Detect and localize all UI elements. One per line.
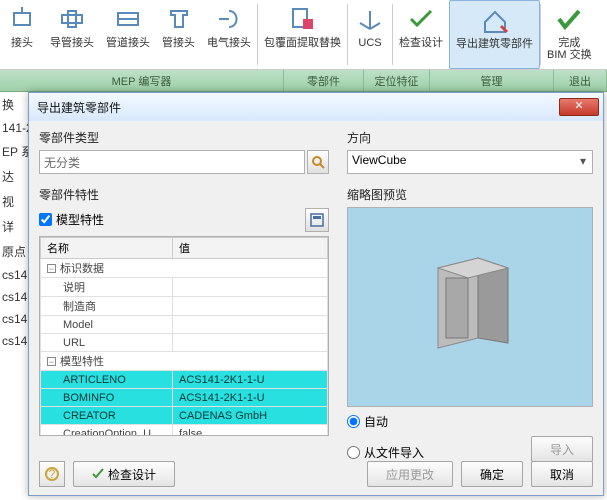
table-row[interactable]: CREATORCADENAS GmbH (41, 407, 328, 425)
close-button[interactable]: ✕ (559, 98, 599, 116)
help-button[interactable]: ? (39, 461, 65, 487)
import-button: 导入 (531, 436, 593, 462)
properties-table[interactable]: 名称 值 −标识数据说明制造商ModelURL−模型特性ARTICLENOACS… (39, 236, 329, 436)
col-value[interactable]: 值 (173, 238, 328, 259)
ribbon-label-5: 包覆面提取替换 (264, 37, 341, 49)
direction-label: 方向 (347, 129, 593, 146)
col-name[interactable]: 名称 (41, 238, 173, 259)
radio-auto[interactable]: 自动 (347, 413, 593, 430)
ribbon-btn-3[interactable]: 管接头 (156, 0, 201, 69)
table-row[interactable]: BOMINFOACS141-2K1-1-U (41, 389, 328, 407)
svg-text:?: ? (49, 467, 56, 481)
direction-select[interactable]: ViewCube (347, 150, 593, 174)
dialog-title: 导出建筑零部件 (37, 99, 559, 116)
table-row[interactable]: URL (41, 334, 328, 352)
radio-from-file[interactable]: 从文件导入 (347, 444, 527, 461)
cancel-button[interactable]: 取消 (531, 461, 593, 487)
ribbon-btn-4[interactable]: 电气接头 (201, 0, 257, 69)
ribbon-btn-1[interactable]: 导管接头 (44, 0, 100, 69)
dialog-titlebar[interactable]: 导出建筑零部件 ✕ (29, 93, 603, 121)
part-type-label: 零部件类型 (39, 129, 329, 146)
ribbon-label-8: 导出建筑零部件 (456, 38, 533, 50)
check-design-button[interactable]: 检查设计 (73, 461, 175, 487)
ribbon-group-4: 管理 (430, 70, 554, 91)
ribbon-group-1: MEP 编写器 (0, 70, 284, 91)
ribbon-btn-9[interactable]: 完成 BIM 交换 (541, 0, 598, 69)
apply-button: 应用更改 (367, 461, 453, 487)
ribbon-btn-7[interactable]: 检查设计 (393, 0, 449, 69)
ribbon-label-2: 管道接头 (106, 37, 150, 49)
ok-button[interactable]: 确定 (461, 461, 523, 487)
property-group[interactable]: −模型特性 (41, 352, 328, 371)
ribbon-label-1: 导管接头 (50, 37, 94, 49)
ribbon-group-5: 退出 (554, 70, 607, 91)
thumbnail-preview (347, 207, 593, 407)
search-icon[interactable] (307, 150, 329, 174)
ribbon-label-7: 检查设计 (399, 37, 443, 49)
ribbon-btn-8[interactable]: 导出建筑零部件 (449, 0, 540, 69)
table-row[interactable]: 制造商 (41, 297, 328, 316)
table-row[interactable]: CreationOption_U...false (41, 425, 328, 437)
ribbon-label-3: 管接头 (162, 37, 195, 49)
ribbon-btn-0[interactable]: 接头 (0, 0, 44, 69)
property-group[interactable]: −标识数据 (41, 259, 328, 278)
ribbon-group-3: 定位特征 (364, 70, 430, 91)
ribbon-btn-5[interactable]: 包覆面提取替换 (258, 0, 347, 69)
ribbon-label-4: 电气接头 (207, 37, 251, 49)
props-label: 零部件特性 (39, 186, 329, 203)
ribbon-label-6: UCS (358, 37, 381, 49)
ribbon-btn-2[interactable]: 管道接头 (100, 0, 156, 69)
export-dialog: 导出建筑零部件 ✕ 零部件类型 零部件特性 模型特性 (28, 92, 604, 496)
table-row[interactable]: ARTICLENOACS141-2K1-1-U (41, 371, 328, 389)
ribbon-label-0: 接头 (11, 37, 33, 49)
props-settings-icon[interactable] (305, 208, 329, 232)
part-type-input[interactable] (39, 150, 305, 174)
table-row[interactable]: Model (41, 316, 328, 334)
ribbon-label-9: 完成 BIM 交换 (547, 37, 592, 61)
table-row[interactable]: 说明 (41, 278, 328, 297)
ribbon-btn-6[interactable]: UCS (348, 0, 392, 69)
model-props-checkbox[interactable]: 模型特性 (39, 211, 305, 228)
preview-label: 缩略图预览 (347, 186, 593, 203)
ribbon-group-2: 零部件 (284, 70, 364, 91)
